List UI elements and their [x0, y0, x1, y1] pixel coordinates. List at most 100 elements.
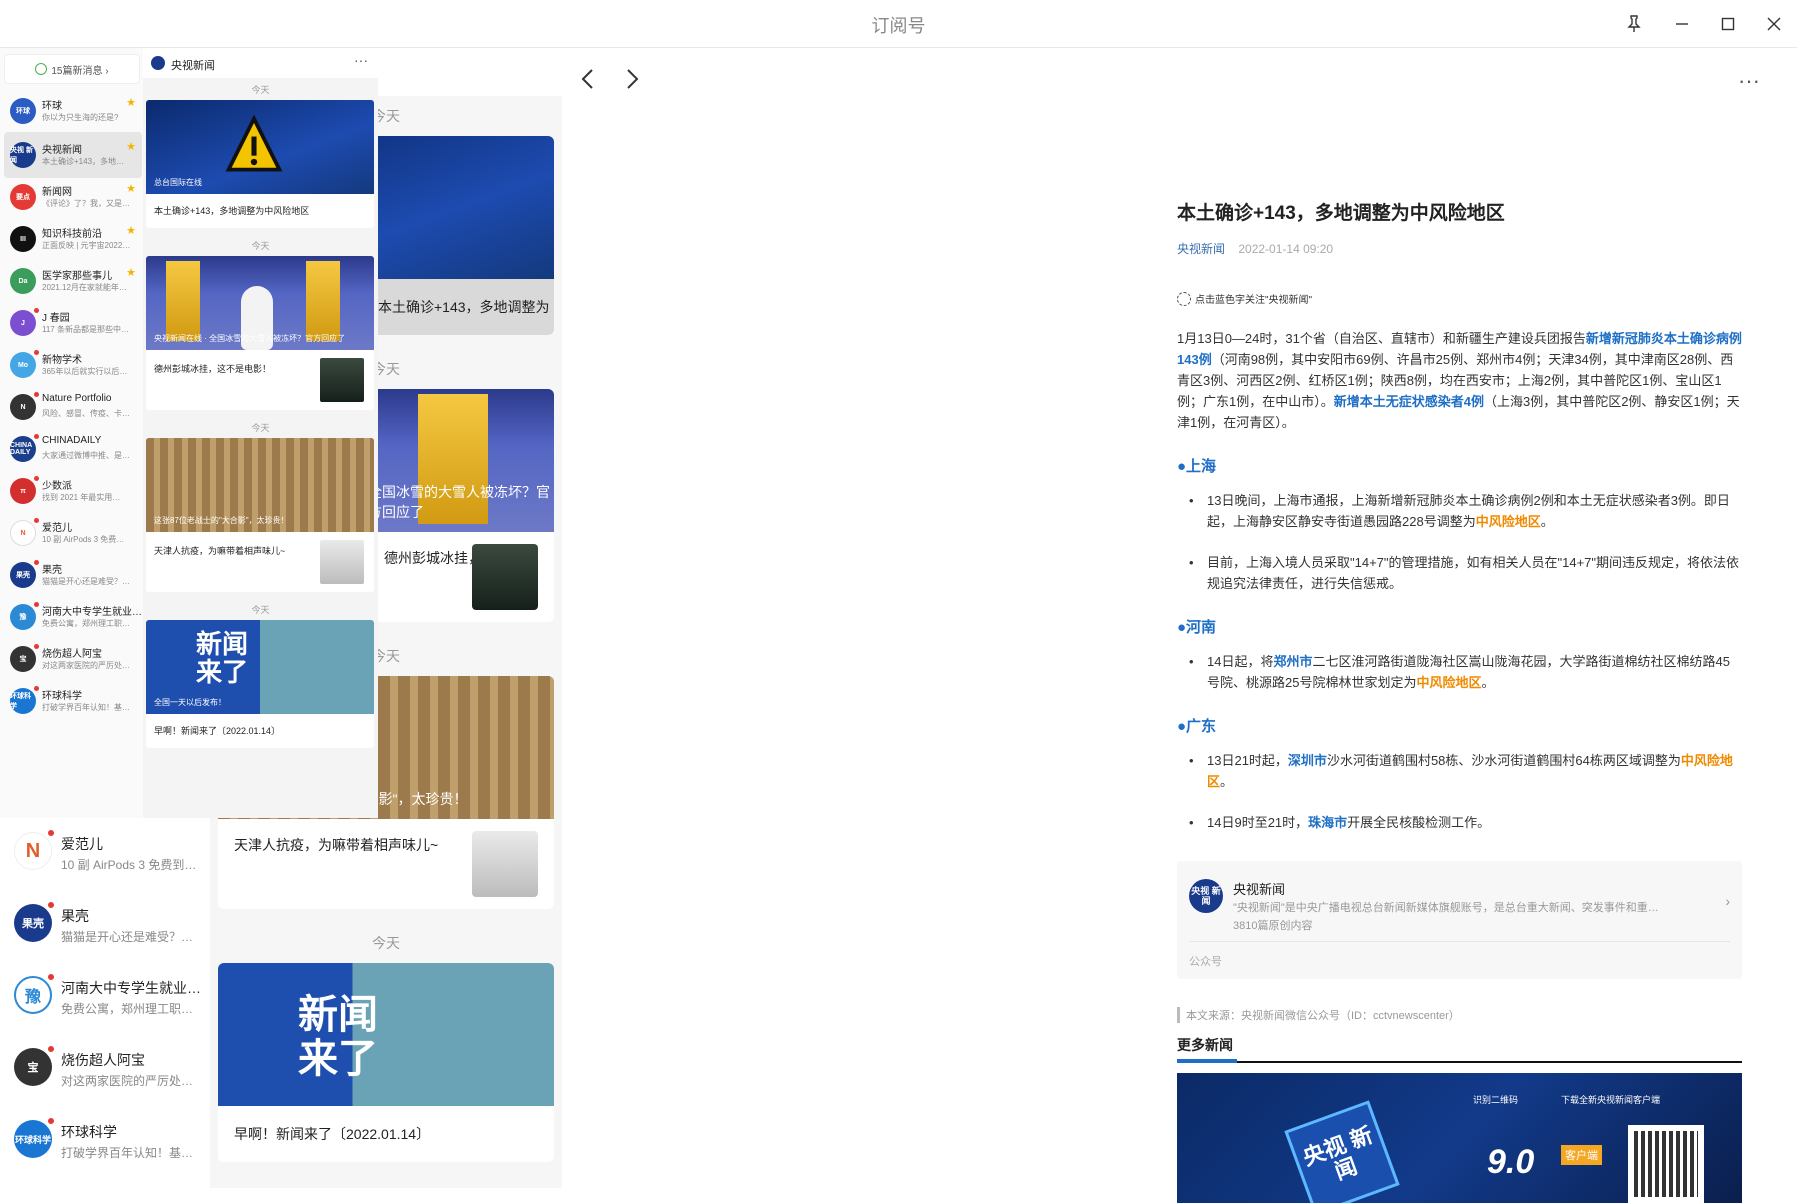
account-avatar: 果壳	[10, 562, 36, 588]
account-name: CHINADAILY	[42, 435, 102, 446]
article-meta: 央视新闻 2022-01-14 09:20	[1177, 240, 1742, 257]
account-avatar: 要点	[10, 184, 36, 210]
small-list-item[interactable]: Da 医学家那些事儿 2021.12月在家就能年… ★	[4, 258, 142, 304]
account-preview: 免费公寓，郑州理工职…	[61, 1002, 194, 1016]
cctv-avatar: 央视 新闻	[1189, 879, 1223, 913]
pin-icon[interactable]	[1620, 10, 1648, 38]
global-science-avatar: 环球科学	[14, 1120, 52, 1158]
article-title: 本土确诊+143，多地调整为中风险地区	[1177, 203, 1505, 224]
account-name: 知识科技前沿	[42, 229, 102, 240]
back-arrow-icon[interactable]	[580, 68, 594, 97]
warning-cover-image: 总台国际在线	[146, 100, 374, 194]
feed-date: 今天	[251, 423, 270, 433]
bullet-text: 目前，上海入境人员采取"14+7"的管理措施，如有相关人员在"14+7"期间违反…	[1207, 555, 1740, 591]
list-item[interactable]: 果壳 果壳 猫猫是开心还是难受？…	[0, 892, 210, 964]
small-list-item[interactable]: 环球 环球 你以为只生海的还是? ★	[4, 88, 142, 134]
small-list-item[interactable]: 宝烧伤超人阿宝 对这两家医院的严厉处…	[4, 636, 142, 682]
bullet-text: 。	[1540, 514, 1554, 529]
unread-dot	[48, 1046, 54, 1052]
banner-tag: 客户端	[1561, 1145, 1602, 1165]
account-avatar: J	[10, 310, 36, 336]
list-item[interactable]: 环球科学 环球科学 打破学界百年认知！基…	[0, 1108, 210, 1180]
bullet-text: 。	[1220, 774, 1234, 789]
feed-card[interactable]: 这张87位老战士的"大合影"，太珍贵！ 天津人抗疫，为嘛带着相声味儿~	[146, 438, 374, 592]
more-icon[interactable]: ···	[354, 52, 368, 68]
account-name: 医学家那些事儿	[42, 271, 112, 282]
account-preview: 《评论》了？我，又是我…	[42, 199, 132, 208]
qr-code-image	[1628, 1125, 1704, 1203]
feed-card[interactable]: 总台国际在线 本土确诊+143，多地调整为中风险地区	[146, 100, 374, 228]
account-card[interactable]: 央视 新闻 央视新闻 "央视新闻"是中央广播电视总台新闻新媒体旗舰账号，是总台重…	[1177, 861, 1742, 979]
chevron-right-icon: ›	[1725, 893, 1730, 909]
article-more-icon[interactable]: ···	[1738, 68, 1760, 94]
section-heading-shanghai: ●上海	[1177, 458, 1217, 475]
small-list-item[interactable]: 央视 新闻 央视新闻 本土确诊+143，多地调整… ★	[4, 132, 142, 178]
minimize-icon[interactable]	[1668, 10, 1696, 38]
loading-icon	[1177, 291, 1191, 306]
feed-card[interactable]: 新闻 来了 全国一天以后发布！ 早啊！新闻来了〔2022.01.14〕	[146, 620, 374, 748]
account-preview: 10 副 AirPods 3 免费到…	[61, 858, 197, 872]
small-list-item[interactable]: 环球科学 环球科学 打破学界百年认知！基…	[4, 678, 142, 724]
bullet-highlight: 中风险地区	[1475, 514, 1541, 529]
feed-sub-item[interactable]: 天津人抗疫，为嘛带着相声味儿~	[218, 819, 554, 909]
account-preview: 你以为只生海的还是?	[42, 113, 119, 122]
bullet-place: 郑州市	[1273, 654, 1313, 669]
bullet-text: 开展全民核酸检测工作。	[1347, 815, 1491, 830]
account-list: N 爱范儿 10 副 AirPods 3 免费到… 果壳 果壳 猫猫是开心还是难…	[0, 820, 210, 1180]
small-list-item[interactable]: π 少数派 找到 2021 年最实用…	[4, 468, 142, 514]
sub-item-title: 天津人抗疫，为嘛带着相声味儿~	[234, 837, 439, 853]
account-avatar: 环球科学	[10, 688, 36, 714]
sub-item-title: 天津人抗疫，为嘛带着相声味儿~	[154, 546, 286, 556]
account-name: 果壳	[42, 565, 62, 576]
account-avatar: N	[10, 520, 36, 546]
bullet-text: 14日9时至21时，	[1207, 815, 1309, 830]
cctv-avatar	[151, 56, 165, 70]
small-list-item[interactable]: J J 春园 117 条新品都是那些中…	[4, 300, 142, 346]
star-icon: ★	[126, 141, 136, 153]
account-name: 环球科学	[61, 1124, 117, 1140]
sub-item-title: 德州彭城冰挂，这不是电影！	[154, 364, 272, 374]
small-list-item[interactable]: Mo 新物学术 365年以后就实行以后…	[4, 342, 142, 388]
account-card-desc: "央视新闻"是中央广播电视总台新闻新媒体旗舰账号，是总台重大新闻、突发事件和重…	[1233, 902, 1659, 914]
small-list-item[interactable]: N 爱范儿 10 副 AirPods 3 免费到…	[4, 510, 142, 556]
bullet-text: 。	[1481, 675, 1495, 690]
new-messages-label: 15篇新消息 ›	[51, 65, 109, 77]
nested-window-preview: 15篇新消息 › 环球 环球 你以为只生海的还是? ★ 央视 新闻 央视新闻 本土确诊+14…	[0, 48, 378, 818]
account-name: 河南大中专学生就业…	[61, 980, 201, 996]
small-list-item[interactable]: 要点 新闻网 《评论》了？我，又是我… ★	[4, 174, 142, 220]
list-item[interactable]: 宝 烧伤超人阿宝 对这两家医院的严厉处…	[0, 1036, 210, 1108]
small-list-item[interactable]: 果壳 果壳 猫猫是开心还是难受？…	[4, 552, 142, 598]
small-list-item[interactable]: III 知识科技前沿 正面反映 | 元宇宙2022… ★	[4, 216, 142, 262]
list-item[interactable]: 豫 河南大中专学生就业… 免费公寓，郑州理工职…	[0, 964, 210, 1036]
account-avatar: CHINA DAILY	[10, 436, 36, 462]
bullet-place: 珠海市	[1308, 815, 1348, 830]
article-source-link[interactable]: 央视新闻	[1177, 242, 1225, 256]
sub-item-thumbnail	[472, 831, 538, 897]
close-icon[interactable]	[1760, 10, 1788, 38]
account-avatar: 央视 新闻	[10, 142, 36, 168]
ifanr-avatar: N	[14, 832, 52, 870]
cover-caption: 全国一天以后发布！	[154, 698, 226, 707]
account-name: 环球	[42, 101, 62, 112]
list-item[interactable]: N 爱范儿 10 副 AirPods 3 免费到…	[0, 820, 210, 892]
small-list-item[interactable]: 豫河南大中专学生就业… 免费公寓，郑州理工职…	[4, 594, 142, 640]
unread-dot	[34, 476, 39, 481]
forward-arrow-icon[interactable]	[626, 68, 640, 97]
small-list-item[interactable]: N Nature Portfolio 风险、感冒、传疫、卡…	[4, 384, 142, 430]
feed-card[interactable]: 新闻 来了 早啊！新闻来了〔2022.01.14〕	[218, 963, 554, 1162]
snowman-cover-image: 央视新闻在线 · 全国冰雪的大雪人被冻坏？官方回应了	[146, 256, 374, 350]
section-bullet: 目前，上海入境人员采取"14+7"的管理措施，如有相关人员在"14+7"期间违反…	[1177, 552, 1742, 594]
account-avatar: Da	[10, 268, 36, 294]
maximize-icon[interactable]	[1714, 10, 1742, 38]
feed-sub-item[interactable]: 天津人抗疫，为嘛带着相声味儿~	[146, 532, 374, 592]
section-heading-guangdong: ●广东	[1177, 718, 1217, 735]
small-list-item[interactable]: CHINA DAILY CHINADAILY 大家通过微博中推、是造…	[4, 426, 142, 472]
feed-card[interactable]: 央视新闻在线 · 全国冰雪的大雪人被冻坏？官方回应了 德州彭城冰挂，这不是电影！	[146, 256, 374, 410]
account-avatar: III	[10, 226, 36, 252]
cover-caption: 总台国际在线	[154, 178, 202, 187]
new-messages-button[interactable]: 15篇新消息 ›	[4, 54, 140, 84]
feed-sub-item[interactable]: 德州彭城冰挂，这不是电影！	[146, 350, 374, 410]
account-name: J 春园	[42, 313, 70, 324]
account-avatar: π	[10, 478, 36, 504]
app-download-banner[interactable]: 央视 新闻 识别二维码 下载全新央视新闻客户端 9.0 客户端	[1177, 1073, 1742, 1203]
